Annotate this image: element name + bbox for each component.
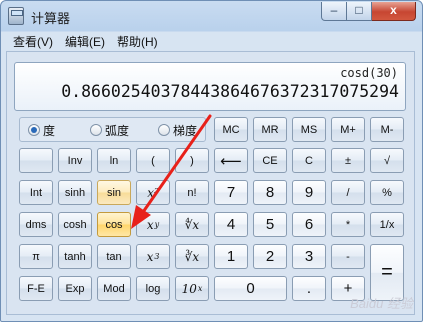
mr-button[interactable]: MR (253, 117, 287, 142)
digit-3-button[interactable]: 3 (292, 244, 326, 269)
ten-power-x-base: 10 (181, 281, 197, 296)
plus-minus-button[interactable]: ± (331, 148, 365, 173)
radio-grads-label: 梯度 (173, 123, 198, 138)
y-root-x-button[interactable]: ∜x (175, 212, 209, 237)
menu-help[interactable]: 帮助(H) (111, 32, 164, 52)
cube-root-button[interactable]: ∛x (175, 244, 209, 269)
subtract-button[interactable]: - (331, 244, 365, 269)
radio-degrees[interactable]: 度 (28, 123, 56, 138)
pi-button[interactable]: π (19, 244, 53, 269)
fe-button[interactable]: F-E (19, 276, 53, 301)
tan-button[interactable]: tan (97, 244, 131, 269)
digit-6-button[interactable]: 6 (292, 212, 326, 237)
x-squared-button[interactable]: x² (136, 180, 170, 205)
backspace-button[interactable]: ⟵ (214, 148, 248, 173)
menu-bar: 查看(V) 编辑(E) 帮助(H) (7, 32, 416, 52)
divide-button[interactable]: / (331, 180, 365, 205)
sinh-button[interactable]: sinh (58, 180, 92, 205)
ln-button[interactable]: ln (97, 148, 131, 173)
exp-button[interactable]: Exp (58, 276, 92, 301)
digit-8-button[interactable]: 8 (253, 180, 287, 205)
digit-1-button[interactable]: 1 (214, 244, 248, 269)
close-button[interactable]: x (372, 2, 416, 21)
percent-button[interactable]: % (370, 180, 404, 205)
x-cubed-exponent: 3 (154, 252, 160, 261)
radio-grads-dot (158, 124, 170, 136)
mc-button[interactable]: MC (214, 117, 248, 142)
x-power-y-base: x (146, 217, 154, 232)
digit-2-button[interactable]: 2 (253, 244, 287, 269)
radio-radians[interactable]: 弧度 (90, 123, 130, 138)
multiply-button[interactable]: * (331, 212, 365, 237)
expression-text: cosd(30) (340, 66, 398, 80)
dms-button[interactable]: dms (19, 212, 53, 237)
digit-9-button[interactable]: 9 (292, 180, 326, 205)
menu-edit[interactable]: 编辑(E) (59, 32, 111, 52)
minimize-button[interactable]: – (321, 2, 347, 21)
mod-button[interactable]: Mod (97, 276, 131, 301)
left-paren-button[interactable]: ( (136, 148, 170, 173)
watermark-text: Baidu 经验 (350, 296, 413, 311)
int-button[interactable]: Int (19, 180, 53, 205)
radio-radians-dot (90, 124, 102, 136)
tanh-button[interactable]: tanh (58, 244, 92, 269)
m-plus-button[interactable]: M+ (331, 117, 365, 142)
calculator-app-icon (8, 7, 24, 25)
cos-button[interactable]: cos (97, 212, 131, 237)
x-cubed-base: x (146, 249, 154, 264)
sqrt-button[interactable]: √ (370, 148, 404, 173)
radio-grads[interactable]: 梯度 (158, 123, 198, 138)
right-paren-button[interactable]: ) (175, 148, 209, 173)
radio-radians-label: 弧度 (105, 123, 130, 138)
reciprocal-button[interactable]: 1/x (370, 212, 404, 237)
calculator-display: cosd(30) 0.86602540378443864676372317075… (14, 62, 406, 111)
maximize-button[interactable]: □ (347, 2, 372, 21)
blank-button[interactable] (19, 148, 53, 173)
ten-power-x-button[interactable]: 10 x (175, 276, 209, 301)
ce-button[interactable]: CE (253, 148, 287, 173)
radio-degrees-label: 度 (43, 123, 56, 138)
digit-5-button[interactable]: 5 (253, 212, 287, 237)
decimal-button[interactable]: . (292, 276, 326, 301)
x-power-y-button[interactable]: xy (136, 212, 170, 237)
x-power-y-exponent: y (154, 220, 160, 229)
title-bar[interactable]: 计算器 – □ x (1, 1, 422, 31)
digit-0-button[interactable]: 0 (214, 276, 287, 301)
digit-7-button[interactable]: 7 (214, 180, 248, 205)
ms-button[interactable]: MS (292, 117, 326, 142)
angle-mode-group: 度 弧度 梯度 (19, 117, 206, 142)
sin-button[interactable]: sin (97, 180, 131, 205)
log-button[interactable]: log (136, 276, 170, 301)
window-title: 计算器 (31, 11, 71, 26)
radio-degrees-dot (28, 124, 40, 136)
c-button[interactable]: C (292, 148, 326, 173)
m-minus-button[interactable]: M- (370, 117, 404, 142)
ten-power-x-exponent: x (197, 284, 203, 293)
cosh-button[interactable]: cosh (58, 212, 92, 237)
x-cubed-button[interactable]: x3 (136, 244, 170, 269)
menu-view[interactable]: 查看(V) (7, 32, 59, 52)
digit-4-button[interactable]: 4 (214, 212, 248, 237)
inv-button[interactable]: Inv (58, 148, 92, 173)
factorial-button[interactable]: n! (175, 180, 209, 205)
result-text: 0.86602540378443864676372317075294 (61, 82, 399, 101)
